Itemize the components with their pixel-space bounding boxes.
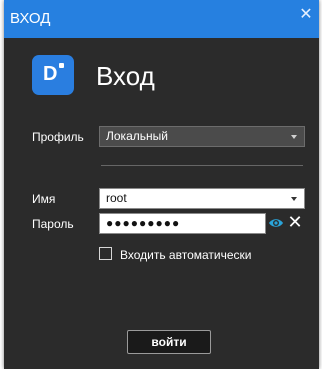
- app-logo: D: [32, 55, 74, 95]
- auto-login-label: Входить автоматически: [120, 248, 252, 262]
- password-field[interactable]: ●●●●●●●●●: [99, 213, 266, 234]
- profile-select[interactable]: Локальный: [99, 126, 305, 147]
- username-select[interactable]: root: [99, 188, 305, 209]
- window-title: ВХОД: [10, 10, 51, 27]
- divider: [101, 165, 303, 166]
- page-title: Вход: [96, 61, 155, 91]
- logo-dot: [59, 63, 64, 68]
- chevron-down-icon: [291, 135, 297, 139]
- login-button[interactable]: войти: [127, 330, 211, 354]
- close-icon[interactable]: ✕: [299, 7, 313, 23]
- profile-value: Локальный: [106, 129, 168, 143]
- eye-icon[interactable]: [268, 215, 284, 231]
- username-label: Имя: [32, 192, 56, 206]
- auto-login-checkbox[interactable]: [99, 247, 112, 260]
- title-bar: ВХОД ✕: [4, 0, 319, 38]
- profile-label: Профиль: [32, 130, 84, 144]
- login-window: ВХОД ✕ D Вход Профиль Локальный Имя root…: [4, 0, 319, 369]
- username-value: root: [106, 191, 127, 205]
- password-value: ●●●●●●●●●: [106, 216, 181, 230]
- logo-letter: D: [43, 63, 58, 85]
- password-label: Пароль: [32, 217, 74, 231]
- chevron-down-icon: [291, 197, 297, 201]
- clear-icon[interactable]: ✕: [287, 212, 303, 232]
